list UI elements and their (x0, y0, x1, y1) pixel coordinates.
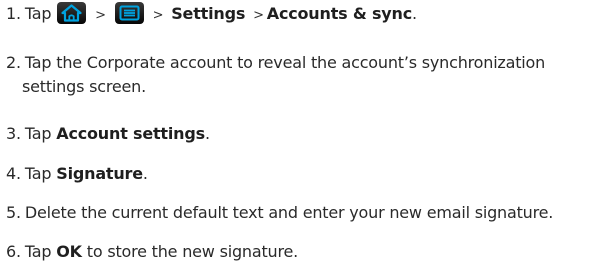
instruction-steps: 1. Tap > > Settings > Accounts & sync. 2. T… (0, 0, 604, 273)
ok-label: OK (56, 242, 82, 261)
separator: > (152, 8, 164, 23)
step-number: 6. (6, 242, 21, 261)
step-number: 2. (6, 53, 21, 72)
step-number: 1. (6, 4, 21, 23)
period: . (142, 164, 148, 183)
menu-icon (114, 1, 144, 24)
settings-label: Settings (171, 4, 246, 23)
step-2: 2. Tap the Corporate account to reveal th… (6, 51, 545, 75)
separator: > (95, 8, 106, 23)
step-3: 3. Tap Account settings. (6, 122, 210, 146)
step-text: Tap (24, 164, 52, 183)
home-icon (57, 1, 87, 24)
step-text: Tap (24, 124, 52, 143)
period: . (412, 4, 417, 23)
step-text: Tap (24, 242, 52, 261)
account-settings-label: Account settings (56, 124, 205, 143)
step-6: 6. Tap OK to store the new signature. (6, 240, 298, 264)
step-4: 4. Tap Signature. (6, 162, 148, 186)
step-text: settings screen. (22, 77, 146, 96)
step-number: 4. (6, 164, 21, 183)
signature-label: Signature (56, 164, 143, 183)
separator: > (253, 8, 264, 23)
step-text: Tap (24, 4, 52, 23)
step-text: Tap the Corporate account to reveal the … (24, 53, 546, 72)
step-1: 1. Tap > > Settings > Accounts & sync. (6, 1, 417, 28)
step-number: 3. (6, 124, 21, 143)
step-text: to store the new signature. (86, 242, 299, 261)
step-text: Delete the current default text and ente… (24, 203, 554, 222)
step-number: 5. (6, 203, 21, 222)
step-2-continuation: settings screen. (6, 75, 146, 99)
period: . (204, 124, 210, 143)
accounts-sync-label: Accounts & sync (266, 4, 412, 23)
step-5: 5. Delete the current default text and en… (6, 201, 553, 225)
